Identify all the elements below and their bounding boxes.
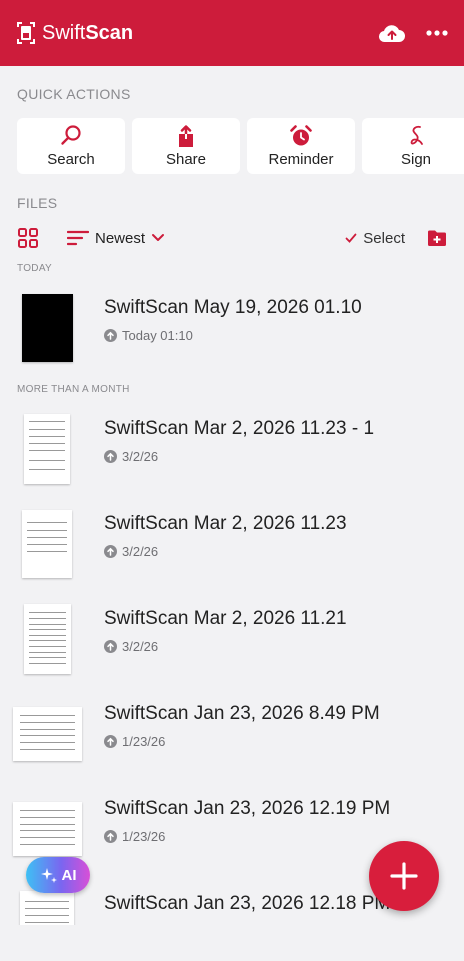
more-dots-icon[interactable] <box>426 30 448 36</box>
sort-label: Newest <box>95 229 146 247</box>
file-list-item[interactable]: SwiftScan Jan 23, 2026 8.49 PM 1/23/26 <box>0 689 464 779</box>
file-thumbnail <box>22 510 72 578</box>
quick-action-share-button[interactable]: Share <box>132 118 240 174</box>
file-name: SwiftScan May 19, 2026 01.10 <box>104 297 362 318</box>
quick-action-label: Search <box>47 151 95 168</box>
file-thumbnail <box>24 604 71 674</box>
cloud-synced-icon <box>104 640 117 653</box>
file-thumbnail <box>24 414 70 484</box>
file-date: 3/2/26 <box>122 544 159 559</box>
chevron-down-icon <box>151 233 165 243</box>
quick-action-search-button[interactable]: Search <box>17 118 125 174</box>
file-list-item[interactable]: SwiftScan Mar 2, 2026 11.23 3/2/26 <box>0 499 464 589</box>
group-label-today: TODAY <box>17 263 53 274</box>
cloud-synced-icon <box>104 830 117 843</box>
new-folder-icon[interactable] <box>427 229 447 247</box>
quick-action-label: Sign <box>400 151 432 168</box>
file-list-item[interactable]: SwiftScan Mar 2, 2026 11.23 - 1 3/2/26 <box>0 404 464 494</box>
file-meta: Today 01:10 <box>104 328 193 343</box>
select-button[interactable]: Select <box>345 230 405 247</box>
app-bar: SwiftScan <box>0 0 464 66</box>
search-icon <box>59 124 83 148</box>
file-meta: 3/2/26 <box>104 544 158 559</box>
select-label: Select <box>363 229 405 247</box>
file-name: SwiftScan Jan 23, 2026 8.49 PM <box>104 703 380 724</box>
file-name: SwiftScan Jan 23, 2026 12.19 PM <box>104 798 391 819</box>
file-date: Today 01:10 <box>122 328 193 343</box>
quick-action-label: Share <box>165 151 207 168</box>
file-date: 3/2/26 <box>122 449 159 464</box>
file-name: SwiftScan Jan 23, 2026 12.18 PM <box>104 893 391 914</box>
group-label-older: MORE THAN A MONTH <box>17 384 130 395</box>
file-name: SwiftScan Mar 2, 2026 11.21 <box>104 608 347 629</box>
sort-lines-icon <box>67 230 89 246</box>
file-list-item[interactable]: SwiftScan Mar 2, 2026 11.21 3/2/26 <box>0 594 464 684</box>
cloud-upload-icon[interactable] <box>378 22 406 44</box>
file-thumbnail <box>13 802 82 856</box>
cloud-synced-icon <box>104 450 117 463</box>
file-date: 1/23/26 <box>122 734 166 749</box>
quick-action-label: Reminder <box>268 151 334 168</box>
file-meta: 1/23/26 <box>104 734 165 749</box>
plus-icon <box>389 861 419 891</box>
add-scan-button[interactable] <box>369 841 439 911</box>
cloud-synced-icon <box>104 735 117 748</box>
file-date: 1/23/26 <box>122 829 166 844</box>
alarm-clock-icon <box>289 124 313 148</box>
grid-view-icon[interactable] <box>17 227 39 249</box>
files-toolbar: Newest Select <box>17 226 447 250</box>
share-icon <box>174 124 198 148</box>
quick-actions-title: QUICK ACTIONS <box>17 86 131 102</box>
sort-dropdown[interactable]: Newest <box>67 230 165 247</box>
file-meta: 1/23/26 <box>104 829 165 844</box>
quick-actions-row: Search Share Reminder Sign <box>17 118 464 174</box>
file-name: SwiftScan Mar 2, 2026 11.23 <box>104 513 347 534</box>
file-list-item[interactable]: SwiftScan May 19, 2026 01.10 Today 01:10 <box>0 283 464 373</box>
signature-icon <box>404 124 428 148</box>
cloud-synced-icon <box>104 545 117 558</box>
file-date: 3/2/26 <box>122 639 159 654</box>
quick-action-reminder-button[interactable]: Reminder <box>247 118 355 174</box>
files-title: FILES <box>17 195 58 211</box>
sparkle-icon <box>40 866 58 884</box>
file-thumbnail <box>22 294 73 362</box>
ai-button[interactable]: AI <box>26 857 90 893</box>
checkmark-icon <box>345 233 357 243</box>
cloud-synced-icon <box>104 329 117 342</box>
file-thumbnail <box>20 891 74 925</box>
app-title: SwiftScan <box>42 21 134 44</box>
file-meta: 3/2/26 <box>104 449 158 464</box>
file-meta: 3/2/26 <box>104 639 158 654</box>
app-logo: SwiftScan <box>16 21 133 45</box>
file-thumbnail <box>13 707 82 761</box>
quick-action-sign-button[interactable]: Sign <box>362 118 464 174</box>
ai-label: AI <box>61 866 77 884</box>
file-name: SwiftScan Mar 2, 2026 11.23 - 1 <box>104 418 375 439</box>
swiftscan-logo-icon <box>16 21 36 45</box>
